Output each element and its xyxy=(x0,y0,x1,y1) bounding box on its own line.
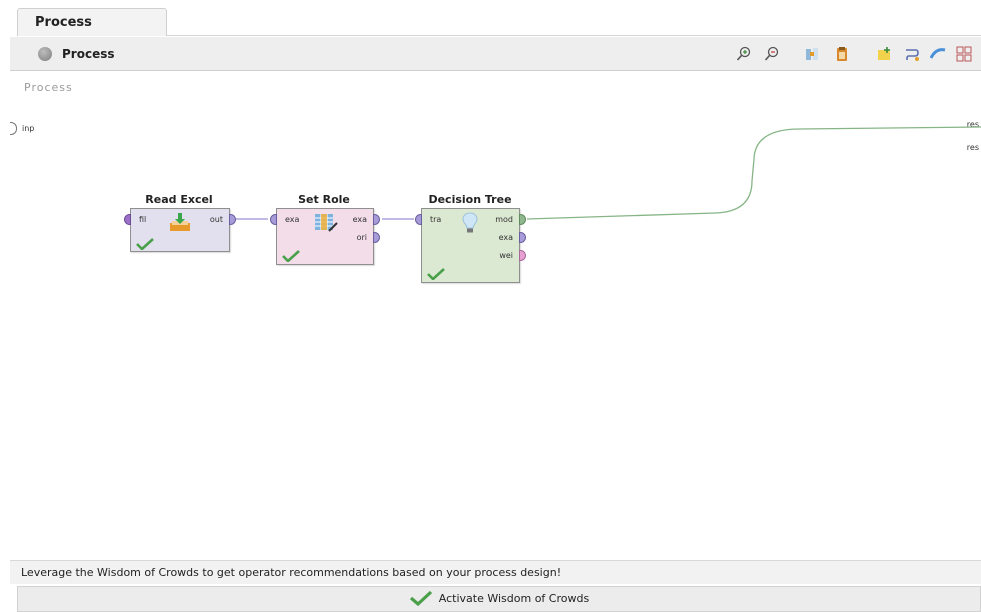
port-label: exa xyxy=(285,215,300,224)
operator-title: Decision Tree xyxy=(428,193,512,206)
port-label: exa xyxy=(498,233,513,242)
wire-icon[interactable] xyxy=(930,46,946,62)
port-label: wei xyxy=(499,251,513,260)
port-exa-in[interactable] xyxy=(270,214,277,225)
operator-set-role[interactable]: exa exa ori xyxy=(276,208,374,265)
checkmark-icon xyxy=(409,590,432,606)
port-label: tra xyxy=(430,215,442,224)
port-label: mod xyxy=(495,215,513,224)
process-title: Process xyxy=(62,47,115,61)
activate-wisdom-label: Activate Wisdom of Crowds xyxy=(438,592,590,605)
process-canvas[interactable]: Process inp res res Read Excel fil out S… xyxy=(10,71,981,559)
status-check-icon xyxy=(136,238,154,250)
status-check-icon xyxy=(282,250,300,262)
arrange-icon[interactable] xyxy=(956,46,972,62)
add-note-icon[interactable] xyxy=(876,46,892,62)
auto-fit-icon[interactable] xyxy=(804,46,820,62)
lightbulb-icon xyxy=(462,212,478,233)
tab-divider xyxy=(167,35,981,36)
operator-read-excel[interactable]: fil out xyxy=(130,208,230,252)
status-check-icon xyxy=(427,268,445,280)
port-fil[interactable] xyxy=(124,214,131,225)
operator-decision-tree[interactable]: tra mod exa wei xyxy=(421,208,520,283)
paste-icon[interactable] xyxy=(834,46,850,62)
port-tra[interactable] xyxy=(415,214,422,225)
read-excel-icon xyxy=(170,213,190,231)
port-label: out xyxy=(209,215,223,224)
operator-title: Read Excel xyxy=(145,193,213,206)
set-role-icon xyxy=(315,214,338,232)
zoom-in-icon[interactable] xyxy=(736,46,752,62)
zoom-out-icon[interactable] xyxy=(764,46,780,62)
port-label: exa xyxy=(352,215,367,224)
port-label: ori xyxy=(356,233,367,242)
tab-strip: Process xyxy=(0,0,981,36)
tab-process[interactable]: Process xyxy=(17,8,167,36)
auto-wire-icon[interactable] xyxy=(904,46,920,62)
port-label: fil xyxy=(139,215,147,224)
activate-wisdom-button[interactable]: Activate Wisdom of Crowds xyxy=(17,586,981,612)
connections-layer xyxy=(236,126,981,220)
process-icon xyxy=(38,47,52,61)
operator-title: Set Role xyxy=(298,193,350,206)
connection-model-result[interactable] xyxy=(526,126,981,220)
recommendation-hint: Leverage the Wisdom of Crowds to get ope… xyxy=(10,560,981,584)
process-header: Process xyxy=(10,37,981,71)
